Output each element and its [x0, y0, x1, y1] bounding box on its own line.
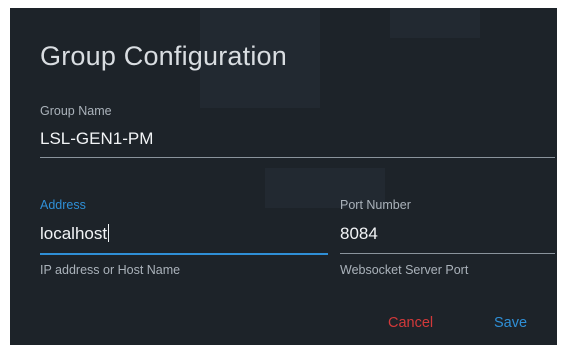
group-name-label: Group Name — [40, 104, 112, 118]
background-shadow — [390, 8, 480, 38]
group-name-input[interactable]: LSL-GEN1-PM — [40, 129, 153, 149]
group-configuration-dialog: Group Configuration Group Name LSL-GEN1-… — [10, 8, 557, 345]
save-button[interactable]: Save — [494, 315, 527, 331]
port-number-label: Port Number — [340, 198, 411, 212]
address-underline — [40, 253, 328, 255]
port-number-underline — [340, 253, 555, 254]
address-hint: IP address or Host Name — [40, 263, 181, 277]
dialog-title: Group Configuration — [40, 41, 287, 71]
port-number-hint: Websocket Server Port — [340, 263, 469, 277]
group-name-underline — [40, 157, 555, 158]
address-input[interactable]: localhost — [40, 224, 110, 244]
port-number-input[interactable]: 8084 — [340, 224, 378, 244]
address-label: Address — [40, 198, 86, 212]
cancel-button[interactable]: Cancel — [388, 315, 433, 331]
text-caret — [108, 224, 110, 242]
